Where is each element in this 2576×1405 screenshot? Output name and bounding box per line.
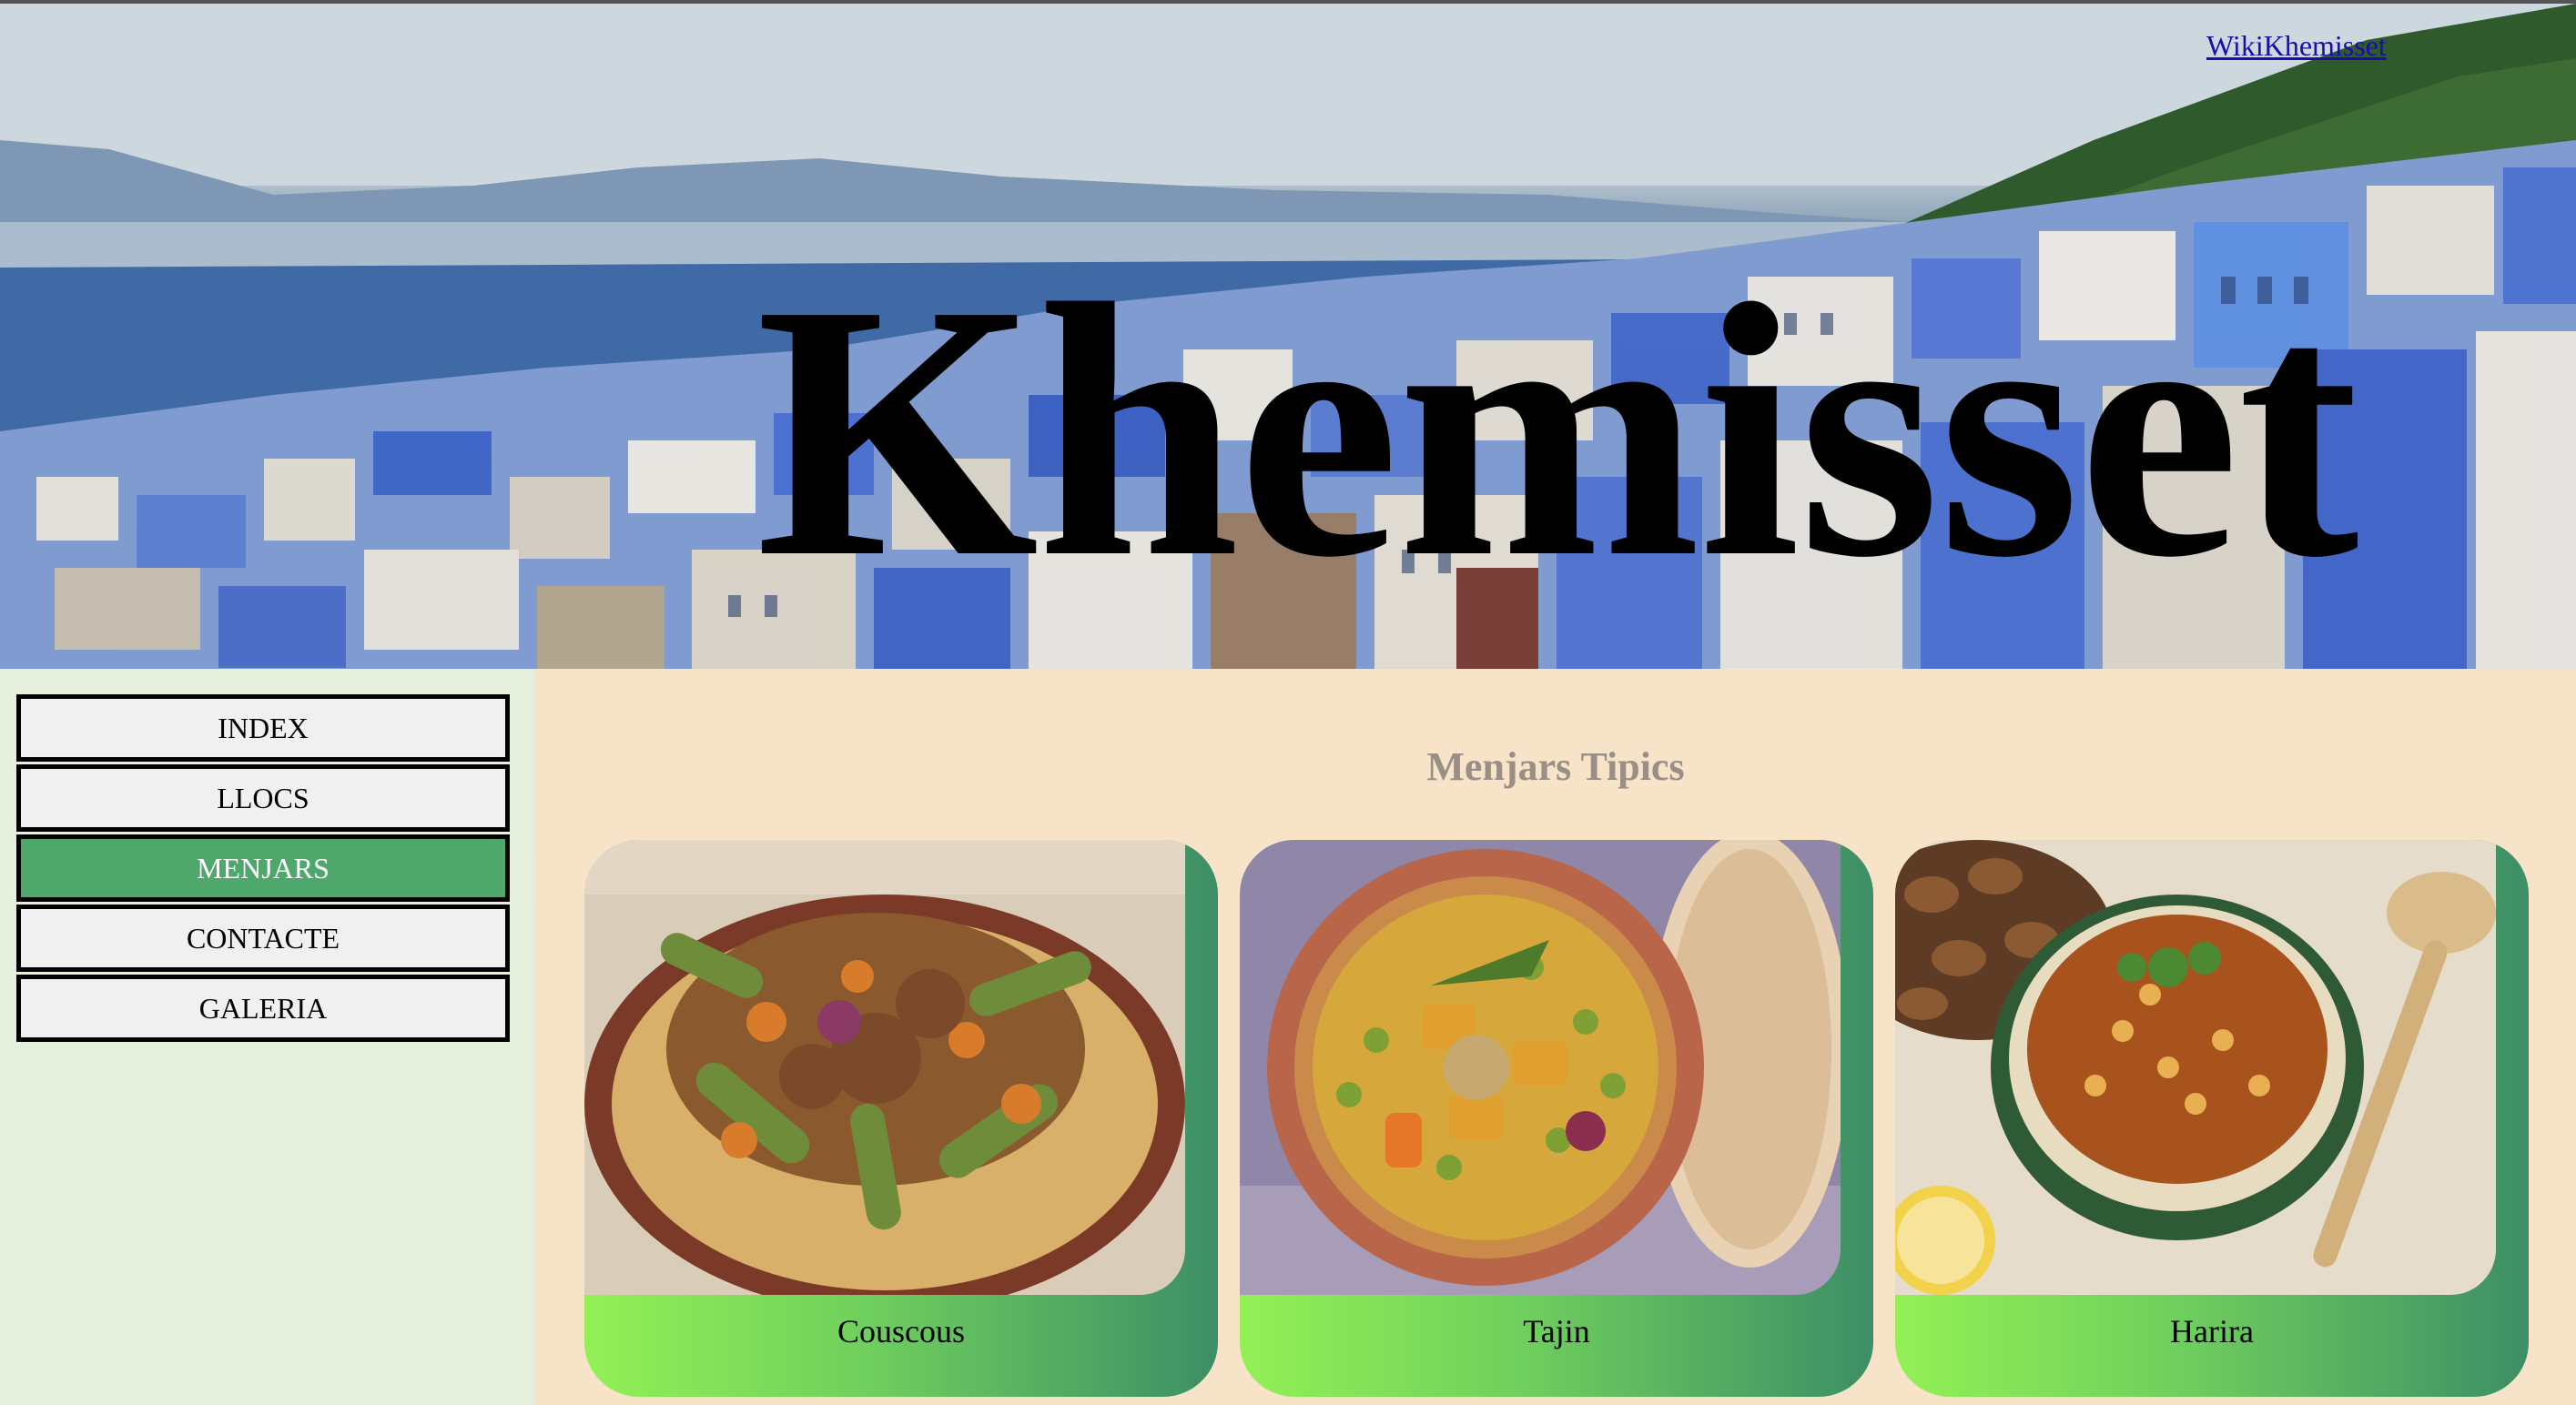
food-card-couscous[interactable]: Couscous <box>584 840 1218 1397</box>
harira-photo <box>1895 840 2496 1295</box>
couscous-photo <box>584 840 1185 1295</box>
header-banner: Khemisset WikiKhemisset <box>0 4 2576 669</box>
nav-item-llocs[interactable]: LLOCS <box>16 764 510 832</box>
card-caption: Couscous <box>837 1313 965 1349</box>
site-title: Khemisset <box>756 229 2359 632</box>
food-card-tajin[interactable]: Tajin <box>1240 840 1873 1397</box>
tajin-photo <box>1240 840 1841 1295</box>
card-caption: Tajin <box>1523 1313 1590 1349</box>
wiki-khemisset-link[interactable]: WikiKhemisset <box>2206 29 2387 63</box>
sidebar-nav: INDEX LLOCS MENJARS CONTACTE GALERIA <box>0 669 535 1405</box>
card-caption: Harira <box>2170 1313 2254 1349</box>
nav-item-index[interactable]: INDEX <box>16 694 510 762</box>
nav-item-menjars[interactable]: MENJARS <box>16 834 510 902</box>
section-title: Menjars Tipics <box>1426 744 1685 789</box>
main-content: Menjars Tipics Couscous Tajin Harira <box>535 669 2576 1405</box>
nav-item-contacte[interactable]: CONTACTE <box>16 905 510 972</box>
nav-item-galeria[interactable]: GALERIA <box>16 975 510 1042</box>
food-card-harira[interactable]: Harira <box>1895 840 2529 1397</box>
